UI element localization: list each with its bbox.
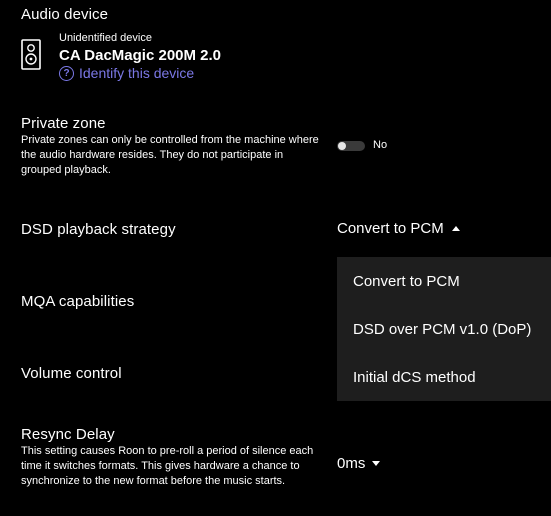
toggle-knob xyxy=(338,142,346,150)
identify-device-link[interactable]: ? Identify this device xyxy=(59,65,194,81)
menu-item-dop[interactable]: DSD over PCM v1.0 (DoP) xyxy=(353,321,531,338)
help-icon: ? xyxy=(59,65,74,81)
mqa-heading: MQA capabilities xyxy=(21,293,135,310)
resync-delay-select[interactable]: 0ms xyxy=(337,455,381,472)
speaker-icon xyxy=(21,39,41,70)
device-settings-panel: Audio device Unidentified device CA DacM… xyxy=(0,0,551,516)
resync-delay-description: This setting causes Roon to pre-roll a p… xyxy=(21,445,314,487)
dsd-playback-select[interactable]: Convert to PCM xyxy=(337,220,460,237)
resync-delay-heading: Resync Delay xyxy=(21,426,115,443)
identify-device-label: Identify this device xyxy=(79,65,195,81)
resync-delay-selected: 0ms xyxy=(337,455,366,472)
dsd-playback-heading: DSD playback strategy xyxy=(21,221,176,238)
dsd-playback-selected: Convert to PCM xyxy=(337,220,444,237)
menu-item-convert-pcm[interactable]: Convert to PCM xyxy=(353,273,460,290)
device-name: CA DacMagic 200M 2.0 xyxy=(59,47,222,64)
caret-down-icon xyxy=(372,461,381,466)
menu-item-dcs[interactable]: Initial dCS method xyxy=(353,369,476,386)
private-zone-toggle-label: No xyxy=(373,139,388,151)
volume-control-heading: Volume control xyxy=(21,365,122,382)
private-zone-heading: Private zone xyxy=(21,115,106,132)
private-zone-description: Private zones can only be controlled fro… xyxy=(21,134,319,176)
private-zone-toggle[interactable] xyxy=(337,141,365,151)
dsd-playback-menu: Convert to PCM DSD over PCM v1.0 (DoP) I… xyxy=(337,257,551,401)
audio-device-heading: Audio device xyxy=(21,6,109,23)
caret-up-icon xyxy=(451,226,460,231)
device-sub-label: Unidentified device xyxy=(59,32,152,44)
